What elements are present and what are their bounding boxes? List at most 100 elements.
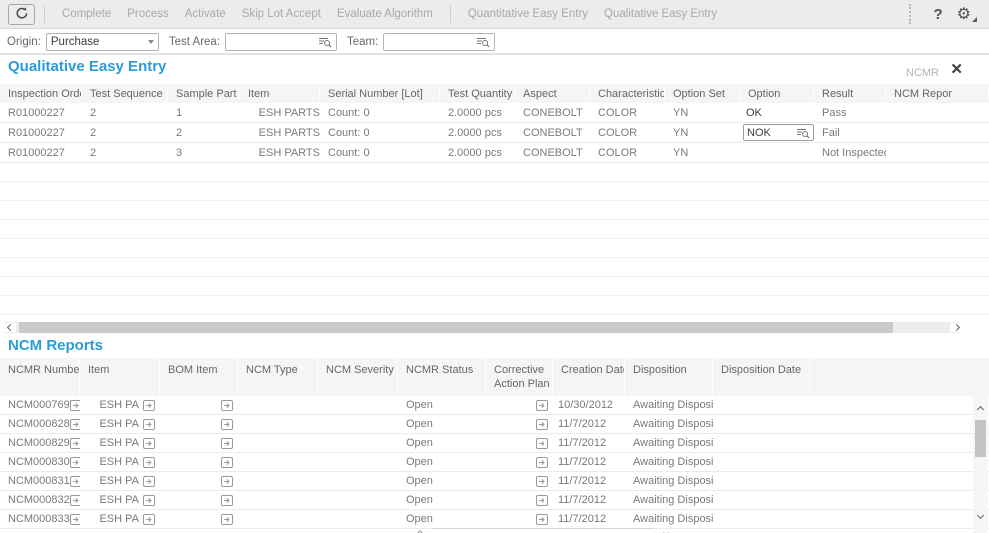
ncm-report-row[interactable]: NCM000832ESH PAOpen11/7/2012Awaiting Dis… — [0, 491, 989, 510]
lookup-icon[interactable] — [796, 127, 810, 139]
origin-selected-value: Purchase — [51, 36, 100, 48]
ncm-report-row[interactable]: NCM000769ESH PAOpen10/30/2012Awaiting Di… — [0, 396, 989, 415]
link-arrow-icon[interactable] — [221, 476, 233, 487]
cell-aspect: CONEBOLT — [515, 107, 590, 119]
lookup-icon[interactable] — [476, 36, 490, 48]
column-header: Corrective Action Plan — [486, 358, 553, 396]
scroll-down-button[interactable] — [973, 508, 988, 522]
cell-test-sequence: 2 — [82, 107, 168, 119]
pane-splitter[interactable] — [418, 524, 668, 533]
test-area-input[interactable] — [225, 33, 337, 51]
qualitative-row[interactable]: R0100022722ESH PARTSCount: 02.0000 pcsCO… — [0, 123, 989, 143]
cell-ncmr-number: NCM000832 — [0, 494, 80, 506]
link-arrow-icon[interactable] — [536, 419, 548, 430]
origin-select[interactable]: Purchase — [46, 33, 159, 51]
empty-row — [0, 239, 989, 258]
link-arrow-icon[interactable] — [536, 495, 548, 506]
splitter-line — [432, 528, 654, 529]
cell-ncmr-status: Open — [398, 494, 486, 506]
link-arrow-icon[interactable] — [70, 514, 80, 525]
cell-characteristic: COLOR — [590, 127, 665, 139]
qualitative-row[interactable]: R0100022723ESH PARTSCount: 02.0000 pcsCO… — [0, 143, 989, 163]
link-arrow-icon[interactable] — [143, 495, 155, 506]
cell-creation-date: 10/30/2012 — [553, 399, 625, 411]
scroll-up-button[interactable] — [973, 402, 988, 416]
link-arrow-icon[interactable] — [70, 457, 80, 468]
toolbar-button-qualitative-easy-entry[interactable]: Qualitative Easy Entry — [596, 8, 725, 20]
cell-corrective-action-plan — [486, 476, 553, 487]
link-arrow-icon[interactable] — [221, 419, 233, 430]
toolbar-button-process[interactable]: Process — [119, 8, 177, 20]
link-arrow-icon[interactable] — [536, 400, 548, 411]
link-arrow-icon[interactable] — [143, 514, 155, 525]
column-header: NCMR Status — [398, 358, 486, 396]
link-arrow-icon[interactable] — [143, 438, 155, 449]
column-header: Inspection Order — [0, 88, 82, 100]
option-input[interactable]: NOK — [743, 124, 814, 141]
cell-result: Pass — [814, 107, 886, 119]
lookup-icon[interactable] — [318, 36, 332, 48]
cell-disposition: Awaiting Dispositi — [625, 456, 713, 468]
link-arrow-icon[interactable] — [70, 400, 80, 411]
ncm-report-row[interactable]: NCM000831ESH PAOpen11/7/2012Awaiting Dis… — [0, 472, 989, 491]
ncm-report-row[interactable]: NCM000830ESH PAOpen11/7/2012Awaiting Dis… — [0, 453, 989, 472]
cell-item: ESH PA — [80, 494, 160, 506]
link-arrow-icon[interactable] — [536, 514, 548, 525]
item-value: ESH PA — [99, 418, 139, 430]
refresh-button[interactable] — [8, 4, 35, 25]
link-arrow-icon[interactable] — [221, 495, 233, 506]
toolbar-divider — [44, 5, 45, 23]
link-arrow-icon[interactable] — [143, 400, 155, 411]
link-arrow-icon[interactable] — [221, 400, 233, 411]
link-arrow-icon[interactable] — [221, 438, 233, 449]
toolbar-button-quantitative-easy-entry[interactable]: Quantitative Easy Entry — [460, 8, 596, 20]
toolbar-button-skip-lot-accept[interactable]: Skip Lot Accept — [234, 8, 329, 20]
link-arrow-icon[interactable] — [143, 476, 155, 487]
link-arrow-icon[interactable] — [221, 457, 233, 468]
cell-bom-item — [160, 457, 238, 468]
horizontal-scrollbar-thumb[interactable] — [19, 322, 893, 333]
horizontal-scrollbar[interactable] — [4, 322, 962, 333]
ncm-report-row[interactable]: NCM000829ESH PAOpen11/7/2012Awaiting Dis… — [0, 434, 989, 453]
vertical-scrollbar-thumb[interactable] — [975, 420, 986, 457]
cell-ncmr-number: NCM000831 — [0, 475, 80, 487]
ncm-report-row[interactable]: NCM000828ESH PAOpen11/7/2012Awaiting Dis… — [0, 415, 989, 434]
cell-disposition: Awaiting Dispositi — [625, 494, 713, 506]
settings-button[interactable]: ⚙ — [953, 4, 981, 24]
vertical-scrollbar[interactable] — [973, 396, 988, 533]
link-arrow-icon[interactable] — [536, 476, 548, 487]
link-arrow-icon[interactable] — [536, 457, 548, 468]
cell-item: ESH PARTS — [240, 107, 320, 119]
column-header: Option — [740, 88, 814, 100]
link-arrow-icon[interactable] — [536, 438, 548, 449]
link-arrow-icon[interactable] — [70, 476, 80, 487]
cell-item: ESH PA — [80, 437, 160, 449]
link-arrow-icon[interactable] — [143, 457, 155, 468]
help-icon[interactable]: ? — [923, 6, 952, 23]
cell-sample-part: 3 — [168, 147, 240, 159]
link-arrow-icon[interactable] — [70, 419, 80, 430]
toolbar-button-complete[interactable]: Complete — [54, 8, 119, 20]
cell-corrective-action-plan — [486, 514, 553, 525]
link-arrow-icon[interactable] — [70, 495, 80, 506]
column-header: Creation Date — [553, 358, 625, 396]
team-input[interactable] — [383, 33, 495, 51]
cell-ncmr-number: NCM000833 — [0, 513, 80, 525]
cell-bom-item — [160, 476, 238, 487]
toolbar-divider — [450, 5, 451, 23]
link-arrow-icon[interactable] — [70, 438, 80, 449]
toolbar-button-evaluate-algorithm[interactable]: Evaluate Algorithm — [329, 8, 441, 20]
scroll-right-button[interactable] — [950, 323, 962, 332]
ncmr-number-value: NCM000829 — [8, 437, 70, 449]
close-icon[interactable]: ✕ — [950, 60, 963, 78]
column-header: NCM Repor — [886, 88, 989, 100]
column-header: Serial Number [Lot] — [320, 88, 440, 100]
qualitative-row[interactable]: R0100022721ESH PARTSCount: 02.0000 pcsCO… — [0, 103, 989, 123]
link-arrow-icon[interactable] — [143, 419, 155, 430]
cell-ncmr-status: Open — [398, 456, 486, 468]
toolbar-button-activate[interactable]: Activate — [177, 8, 234, 20]
link-arrow-icon[interactable] — [221, 514, 233, 525]
column-header: Characteristic — [590, 88, 665, 100]
cell-ncmr-number: NCM000830 — [0, 456, 80, 468]
scroll-left-button[interactable] — [4, 323, 16, 332]
